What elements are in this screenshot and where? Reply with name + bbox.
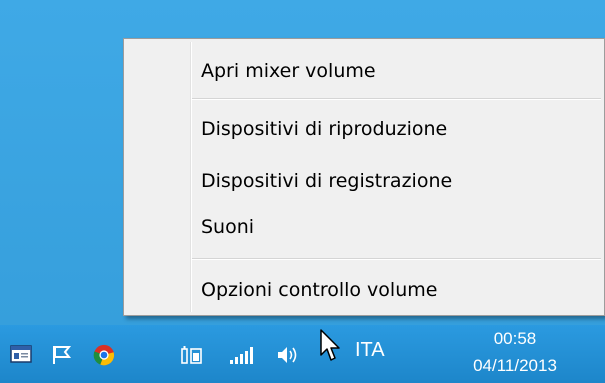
menu-separator	[192, 98, 601, 100]
menu-item-recording-devices[interactable]: Dispositivi di registrazione	[127, 160, 601, 202]
taskbar-clock[interactable]: 00:58 04/11/2013	[455, 328, 575, 379]
network-app-icon[interactable]	[10, 344, 34, 364]
input-language-indicator[interactable]: ITA	[355, 339, 385, 362]
battery-icon[interactable]	[180, 344, 204, 364]
menu-item-playback-devices[interactable]: Dispositivi di riproduzione	[127, 108, 601, 150]
mouse-pointer-icon	[320, 329, 342, 363]
clock-time: 00:58	[493, 329, 537, 348]
menu-item-sounds[interactable]: Suoni	[127, 206, 601, 248]
speaker-volume-icon[interactable]	[276, 344, 300, 364]
menu-separator	[192, 258, 601, 260]
menu-item-volume-control-options[interactable]: Opzioni controllo volume	[127, 269, 601, 311]
clock-date: 04/11/2013	[473, 356, 557, 375]
chrome-icon[interactable]	[92, 344, 116, 366]
action-center-flag-icon[interactable]	[50, 344, 74, 364]
signal-strength-icon[interactable]	[228, 344, 253, 364]
menu-item-open-volume-mixer[interactable]: Apri mixer volume	[127, 50, 601, 92]
volume-context-menu: Apri mixer volume Dispositivi di riprodu…	[123, 38, 605, 316]
taskbar: ITA 00:58 04/11/2013	[0, 325, 605, 383]
